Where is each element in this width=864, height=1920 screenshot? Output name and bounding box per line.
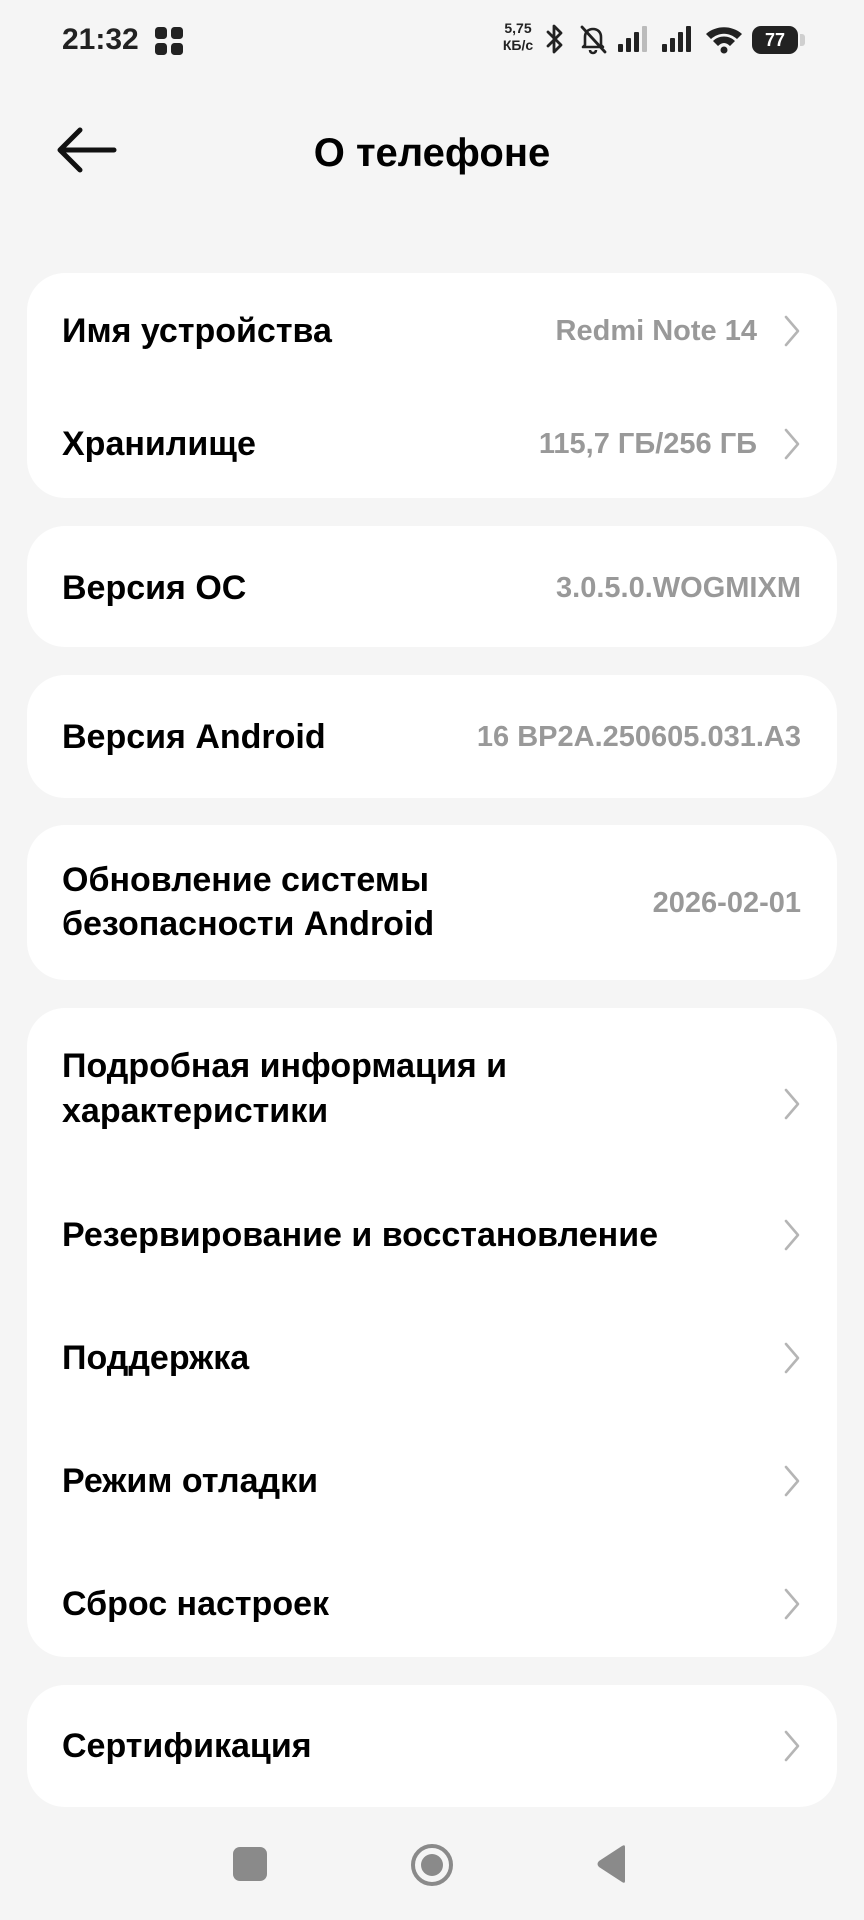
device-name-row[interactable]: Имя устройства Redmi Note 14: [27, 273, 837, 385]
device-name-value: Redmi Note 14: [555, 315, 757, 347]
device-name-label: Имя устройства: [62, 312, 332, 350]
security-update-label-line1: Обновление системы: [62, 861, 430, 899]
device-card: Имя устройства Redmi Note 14 Хранилище 1…: [27, 273, 837, 498]
header: О телефоне: [0, 100, 864, 210]
certification-label: Сертификация: [62, 1727, 312, 1765]
android-version-label: Версия Android: [62, 718, 326, 756]
network-speed: 5,75 КБ/с: [498, 20, 538, 54]
android-version-card: Версия Android 16 BP2A.250605.031.A3: [27, 675, 837, 798]
details-label-line1: Подробная информация и: [62, 1047, 508, 1085]
navigation-bar: [0, 1820, 864, 1920]
backup-row[interactable]: Резервирование и восстановление: [27, 1181, 837, 1305]
battery-tip: [800, 34, 805, 46]
os-version-card: Версия ОС 3.0.5.0.WOGMIXM: [27, 526, 837, 647]
debug-mode-row[interactable]: Режим отладки: [27, 1428, 837, 1552]
support-row[interactable]: Поддержка: [27, 1305, 837, 1428]
triangle-back-icon: [597, 1845, 625, 1883]
certification-row[interactable]: Сертификация: [27, 1685, 837, 1807]
security-update-card: Обновление системы безопасности Android …: [27, 825, 837, 980]
details-row[interactable]: Подробная информация и характеристики: [27, 1008, 837, 1181]
chevron-right-icon: [782, 1341, 802, 1375]
factory-reset-label: Сброс настроек: [62, 1585, 330, 1623]
android-version-value: 16 BP2A.250605.031.A3: [476, 721, 801, 753]
chevron-right-icon: [782, 427, 802, 461]
app-grid-icon: [154, 26, 184, 56]
security-update-value: 2026-02-01: [652, 887, 801, 919]
circle-home-icon: [411, 1844, 453, 1886]
signal-icon: [616, 22, 650, 56]
wifi-icon: [704, 22, 744, 56]
page-title: О телефоне: [313, 131, 551, 175]
battery-level: 77: [752, 26, 798, 54]
backup-label: Резервирование и восстановление: [62, 1216, 659, 1254]
storage-row[interactable]: Хранилище 115,7 ГБ/256 ГБ: [27, 385, 837, 498]
factory-reset-row[interactable]: Сброс настроек: [27, 1552, 837, 1657]
bell-off-icon: [576, 22, 610, 56]
certification-card: Сертификация: [27, 1685, 837, 1807]
details-label-line2: характеристики: [62, 1092, 329, 1130]
chevron-right-icon: [782, 1218, 802, 1252]
security-update-label-line2: безопасности Android: [62, 905, 435, 943]
chevron-right-icon: [782, 1729, 802, 1763]
signal-icon: [660, 22, 694, 56]
chevron-right-icon: [782, 1087, 802, 1121]
os-version-value: 3.0.5.0.WOGMIXM: [556, 572, 801, 604]
os-version-row[interactable]: Версия ОС 3.0.5.0.WOGMIXM: [27, 526, 837, 647]
os-version-label: Версия ОС: [62, 569, 247, 607]
system-back-button[interactable]: [591, 1843, 631, 1885]
chevron-right-icon: [782, 1464, 802, 1498]
home-button[interactable]: [408, 1841, 456, 1889]
storage-value: 115,7 ГБ/256 ГБ: [538, 428, 757, 460]
storage-label: Хранилище: [62, 425, 256, 463]
status-bar: 21:32 5,75 КБ/с 77: [0, 0, 864, 80]
info-menu-card: Подробная информация и характеристики Ре…: [27, 1008, 837, 1657]
chevron-right-icon: [782, 314, 802, 348]
android-version-row[interactable]: Версия Android 16 BP2A.250605.031.A3: [27, 675, 837, 798]
debug-mode-label: Режим отладки: [62, 1462, 319, 1500]
security-update-row[interactable]: Обновление системы безопасности Android …: [27, 825, 837, 980]
network-speed-value: 5,75: [504, 20, 532, 36]
bluetooth-icon: [544, 22, 566, 56]
network-speed-unit: КБ/с: [502, 37, 534, 53]
status-time: 21:32: [62, 23, 139, 56]
chevron-right-icon: [782, 1587, 802, 1621]
recents-button[interactable]: [229, 1843, 271, 1885]
support-label: Поддержка: [62, 1339, 250, 1377]
battery-icon: 77: [752, 26, 806, 54]
square-recents-icon: [233, 1847, 267, 1881]
